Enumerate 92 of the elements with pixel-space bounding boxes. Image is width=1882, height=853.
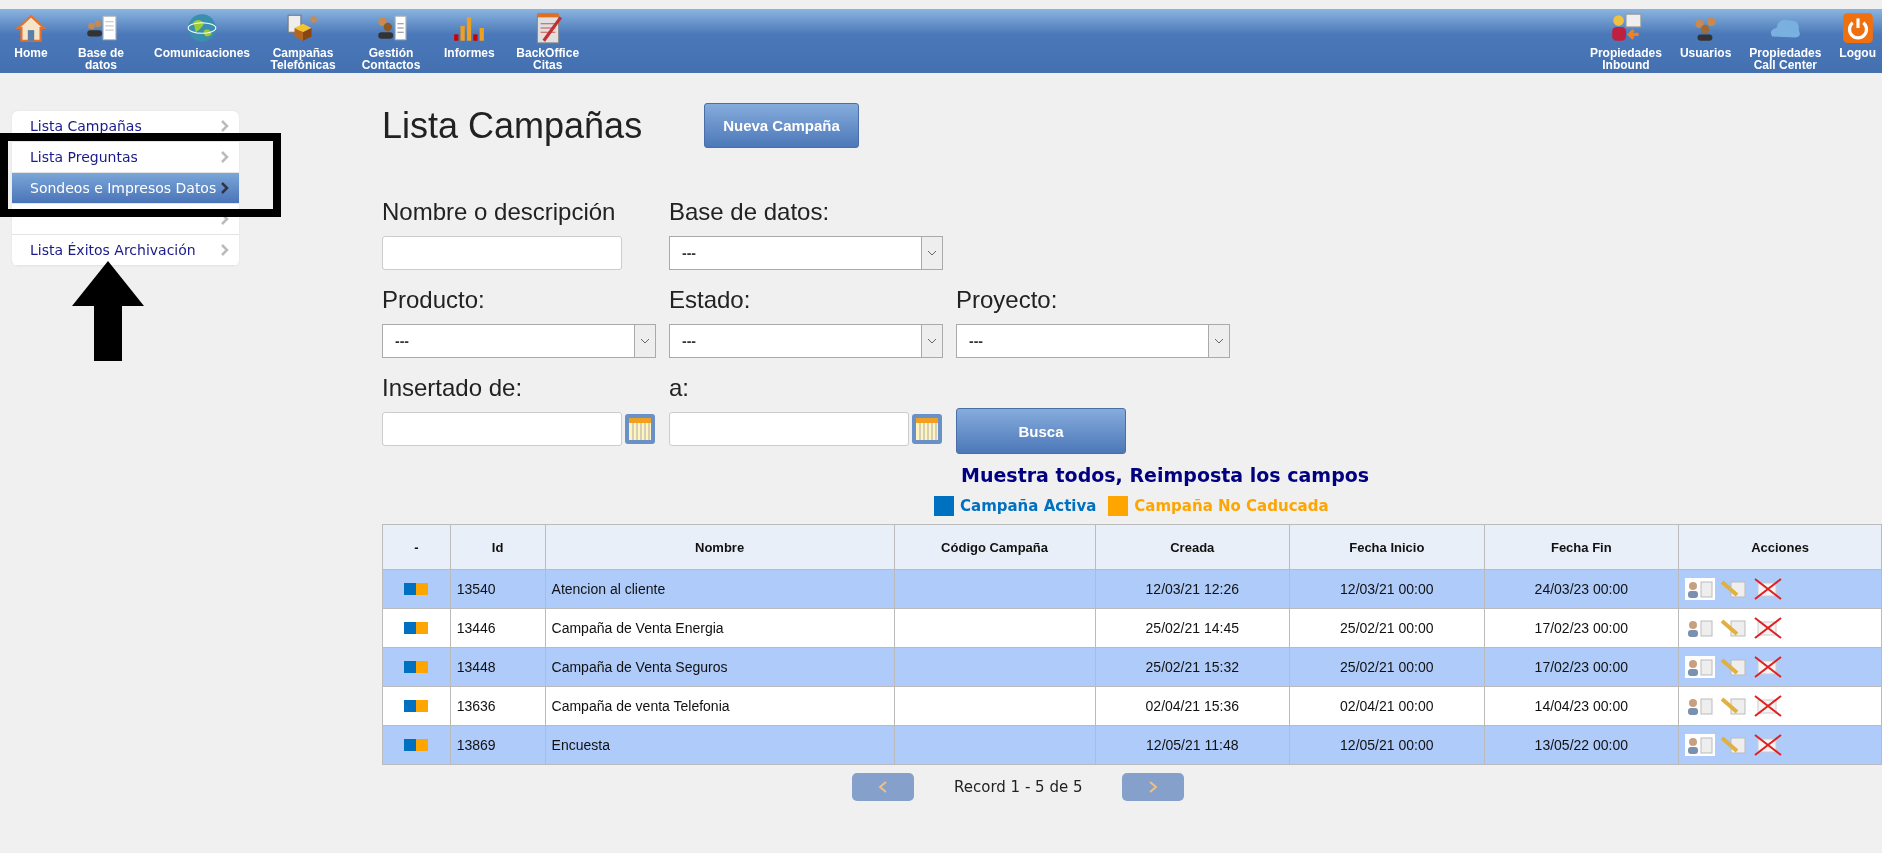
reset-link[interactable]: Muestra todos, Reimposta los campos [961,464,1370,486]
table-cell: 12/03/21 12:26 [1095,569,1290,609]
user-document-icon[interactable] [1685,734,1716,756]
date-field[interactable] [669,412,909,446]
table-cell: 13446 [450,608,546,648]
caret-icon [927,250,937,256]
field-label: Base de datos: [669,198,831,227]
user-document-icon[interactable] [1685,578,1716,600]
dropdown[interactable]: --- [669,324,943,358]
nav-item[interactable]: Home [8,9,54,60]
page-title: Lista Campañas [382,104,643,147]
record-count: Record 1 - 5 de 5 [954,778,1083,796]
chevron-icon [221,244,229,256]
table-cell: Campaña de venta Telefonia [545,686,895,726]
dropdown[interactable]: --- [669,236,943,270]
calendar-icon[interactable] [911,413,943,445]
chevron-icon [221,151,229,163]
arrow-icon [72,261,144,361]
user-document-icon[interactable] [1685,617,1716,639]
caret-icon [1214,338,1224,344]
table-cell: 24/03/23 00:00 [1484,569,1679,609]
nav-item[interactable]: Logou [1833,9,1882,60]
column-header: Nombre [545,524,895,570]
nav-item[interactable]: Gestión Contactos [350,9,433,72]
table-cell: 14/04/23 00:00 [1484,686,1679,726]
table-cell: 25/02/21 00:00 [1289,608,1485,648]
column-header: Id [450,524,546,570]
column-header: Creada [1095,524,1290,570]
nav-item[interactable]: Comunicaciones [148,9,257,60]
table-cell: 02/04/21 15:36 [1095,686,1290,726]
column-header: Fecha Fin [1484,524,1679,570]
nav-item[interactable]: Campañas Telefónicas [262,9,345,72]
table-cell: Campaña de Venta Seguros [545,647,895,687]
nav-item[interactable]: BackOffice Citas [506,9,589,72]
column-header: - [382,524,451,570]
delete-icon[interactable] [1753,734,1784,756]
name-field[interactable] [382,236,622,270]
field-label: a: [669,374,690,403]
table-cell: 17/02/23 00:00 [1484,647,1679,687]
delete-icon[interactable] [1753,695,1784,717]
table-cell: 17/02/23 00:00 [1484,608,1679,648]
table-cell: Atencion al cliente [545,569,895,609]
chevron-icon [221,120,229,132]
chevron-icon [221,182,229,194]
sidebar-item[interactable]: Sondeos e Impresos Datos [12,173,239,204]
dropdown[interactable]: --- [956,324,1230,358]
field-label: Nombre o descripción [382,198,617,227]
table-cell: 13/05/22 00:00 [1484,725,1679,765]
delete-icon[interactable] [1753,578,1784,600]
table-cell: 12/05/21 11:48 [1095,725,1290,765]
table-cell: 25/02/21 14:45 [1095,608,1290,648]
new-campaign-button[interactable]: Nueva Campaña [704,103,859,148]
table-cell: 02/04/21 00:00 [1289,686,1485,726]
caret-icon [640,338,650,344]
nav-item[interactable]: Informes [438,9,501,60]
table-cell: 13448 [450,647,546,687]
table-cell: 25/02/21 00:00 [1289,647,1485,687]
legend-label: Campaña Activa [960,497,1097,515]
calendar-icon[interactable] [624,413,656,445]
nav-item[interactable]: Usuarios [1673,9,1738,60]
field-label: Producto: [382,286,486,315]
delete-icon[interactable] [1753,617,1784,639]
table-cell: 13636 [450,686,546,726]
column-header: Fecha Inicio [1289,524,1485,570]
sidebar-item[interactable]: Lista Campañas [12,111,239,142]
nav-item[interactable]: Propiedades Call Center [1743,9,1828,72]
user-document-icon[interactable] [1685,695,1716,717]
dropdown[interactable]: --- [382,324,656,358]
previous-page-button[interactable] [852,773,914,801]
table-cell: 25/02/21 15:32 [1095,647,1290,687]
nav-item[interactable]: Base de datos [60,9,142,72]
delete-icon[interactable] [1753,656,1784,678]
user-document-icon[interactable] [1685,656,1716,678]
field-label: Estado: [669,286,752,315]
column-header: Código Campaña [894,524,1095,570]
globe-icon [185,11,219,45]
column-header: Acciones [1678,524,1882,570]
table-cell: Encuesta [545,725,895,765]
field-label: Proyecto: [956,286,1059,315]
power-icon [1840,11,1875,45]
search-button[interactable]: Busca [956,408,1126,454]
nav-item[interactable]: Propiedades Inbound [1583,9,1668,72]
table-cell: 12/05/21 00:00 [1289,725,1485,765]
caret-icon [927,338,937,344]
table-cell: 13869 [450,725,546,765]
table-cell: 12/03/21 00:00 [1289,569,1485,609]
next-page-button[interactable] [1122,773,1185,801]
date-field[interactable] [382,412,622,446]
table-cell: 13540 [450,569,546,609]
table-cell: Campaña de Venta Energia [545,608,895,648]
field-label: Insertado de: [382,374,524,403]
legend-label: Campaña No Caducada [1134,497,1329,515]
